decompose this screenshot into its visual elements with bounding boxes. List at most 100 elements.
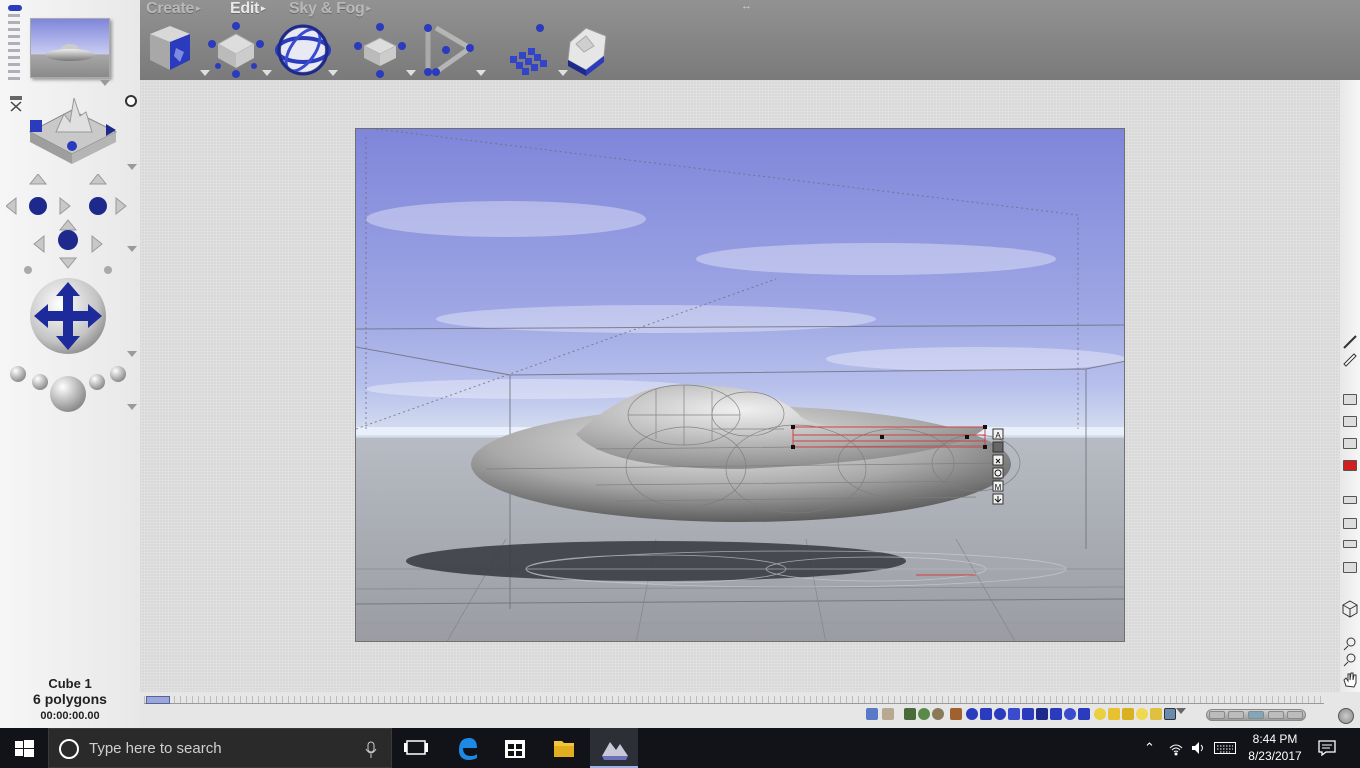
task-view-button[interactable]	[392, 728, 440, 768]
spotlight-preset-icon[interactable]	[1108, 708, 1120, 720]
rewind-button[interactable]	[1208, 711, 1225, 719]
orbit-sphere-dropdown[interactable]	[328, 70, 338, 76]
crystal-rock-icon	[567, 27, 607, 76]
right-tool-strip	[1340, 80, 1360, 728]
rock-preset-icon[interactable]	[950, 708, 962, 720]
planet-preset-icon[interactable]	[932, 708, 944, 720]
cube-primitive-icon[interactable]	[1022, 708, 1034, 720]
torus-primitive-icon[interactable]	[980, 708, 992, 720]
zoom-icons[interactable]	[1342, 636, 1358, 672]
animation-path-dropdown[interactable]	[476, 70, 486, 76]
menu-edit[interactable]: Edit ▸	[230, 0, 266, 18]
render-preview-icon[interactable]	[1343, 394, 1357, 405]
camera-bookmark-icon[interactable]	[8, 94, 24, 112]
trackball-rotate-icon[interactable]	[26, 276, 110, 360]
cube-tool-button[interactable]	[146, 22, 210, 78]
terrain-preset-icon[interactable]	[904, 708, 916, 720]
spheres-dropdown-arrow[interactable]	[127, 404, 137, 410]
grid-array-tool-button[interactable]	[504, 22, 568, 78]
toolbar-resize-icon[interactable]: ↔	[741, 0, 752, 12]
action-center-icon[interactable]	[1318, 740, 1336, 756]
move-nodes-dropdown[interactable]	[262, 70, 272, 76]
start-button[interactable]	[0, 728, 48, 768]
globe-icon[interactable]	[1338, 708, 1354, 724]
cone-primitive-icon[interactable]	[1050, 708, 1062, 720]
store-button[interactable]	[491, 728, 539, 768]
texture-preset-icon[interactable]	[882, 708, 894, 720]
timeline-ruler[interactable]	[144, 696, 1324, 704]
animation-path-tool-button[interactable]	[422, 22, 486, 78]
scale-nodes-tool-button[interactable]	[352, 22, 416, 78]
microphone-icon[interactable]	[365, 741, 377, 759]
panel-icon[interactable]	[1343, 540, 1357, 548]
pyramid-primitive-icon[interactable]	[1036, 708, 1048, 720]
bulb-preset-icon[interactable]	[1136, 708, 1148, 720]
system-clock[interactable]: 8:44 PM 8/23/2017	[1240, 731, 1310, 765]
document-icon[interactable]	[1343, 416, 1357, 427]
cylinder-primitive-icon[interactable]	[1008, 708, 1020, 720]
palette-dropdown-arrow[interactable]	[1176, 708, 1186, 714]
lamp-preset-icon[interactable]	[1150, 708, 1162, 720]
wifi-icon[interactable]	[1168, 740, 1184, 756]
show-hidden-icons[interactable]: ⌃	[1144, 740, 1155, 756]
radio-target-icon[interactable]	[124, 94, 138, 108]
text-layer-icon[interactable]	[1343, 518, 1357, 529]
pan-hand-icon[interactable]	[1342, 672, 1358, 688]
light-preset-icon[interactable]	[1094, 708, 1106, 720]
taskbar-search-box[interactable]: Type here to search	[48, 728, 392, 768]
box-primitive-icon[interactable]	[1078, 708, 1090, 720]
task-view-icon	[404, 740, 428, 755]
fast-forward-button[interactable]	[1287, 711, 1304, 719]
move-dropdown-arrow[interactable]	[127, 246, 137, 252]
bottom-timeline-strip	[140, 692, 1360, 728]
world-navigation-icon[interactable]	[26, 94, 120, 170]
left-tool-panel: Cube 1 6 polygons 00:00:00.00	[0, 0, 140, 728]
menu-edit-arrow: ▸	[261, 3, 266, 13]
3d-viewport[interactable]: A M	[355, 128, 1125, 642]
play-button[interactable]	[1267, 711, 1284, 719]
preview-dropdown-arrow[interactable]	[100, 80, 110, 86]
scale-nodes-dropdown[interactable]	[406, 70, 416, 76]
keyboard-icon[interactable]	[1214, 742, 1236, 754]
record-button[interactable]	[1247, 711, 1264, 719]
paint-brush-icon[interactable]	[1342, 334, 1358, 370]
menu-create[interactable]: Create ▸	[146, 0, 201, 18]
crystal-rock-tool-button[interactable]	[564, 22, 620, 78]
download-icon[interactable]	[1343, 562, 1357, 573]
polygon-count: 6 polygons	[33, 691, 107, 707]
object-cube-icon[interactable]	[1342, 600, 1358, 618]
move-object-controls-icon[interactable]	[6, 174, 130, 274]
world-nav-dropdown-arrow[interactable]	[127, 164, 137, 170]
sphere-primitive-icon[interactable]	[966, 708, 978, 720]
timecode-readout: 00:00:00.00	[40, 710, 100, 722]
app-logo-dot	[8, 5, 22, 11]
monitor-icon[interactable]	[1343, 438, 1357, 449]
sun-preset-icon[interactable]	[1122, 708, 1134, 720]
gizmo-label-m: M	[995, 483, 1002, 492]
move-nodes-tool-button[interactable]	[208, 22, 272, 78]
bryce-app-button[interactable]	[590, 728, 638, 768]
selection-status: Cube 1 6 polygons 00:00:00.00	[0, 676, 140, 722]
bryce-app-icon	[602, 742, 628, 760]
orbit-sphere-tool-button[interactable]	[274, 22, 338, 78]
list-view-icon[interactable]	[1343, 496, 1357, 504]
menu-sky-fog[interactable]: Sky & Fog ▸	[289, 0, 371, 18]
picture-preset-icon[interactable]	[1164, 708, 1176, 720]
edge-browser-button[interactable]	[443, 728, 491, 768]
ring-primitive-icon[interactable]	[994, 708, 1006, 720]
playback-controls	[1206, 709, 1306, 721]
trackball-dropdown-arrow[interactable]	[127, 351, 137, 357]
panel-grip-handle[interactable]	[8, 14, 20, 80]
file-explorer-button[interactable]	[540, 728, 588, 768]
menu-create-arrow: ▸	[196, 3, 201, 13]
object-size-spheres-icon[interactable]	[8, 362, 132, 424]
ellipsoid-primitive-icon[interactable]	[1064, 708, 1076, 720]
sky-preset-icon[interactable]	[866, 708, 878, 720]
timeline-scrubber[interactable]	[146, 696, 170, 704]
step-back-button[interactable]	[1228, 711, 1245, 719]
scene-preview-thumbnail[interactable]	[30, 18, 110, 78]
tree-preset-icon[interactable]	[918, 708, 930, 720]
record-icon[interactable]	[1343, 460, 1357, 471]
object-library-palette[interactable]	[866, 708, 1186, 722]
volume-icon[interactable]	[1190, 740, 1206, 756]
